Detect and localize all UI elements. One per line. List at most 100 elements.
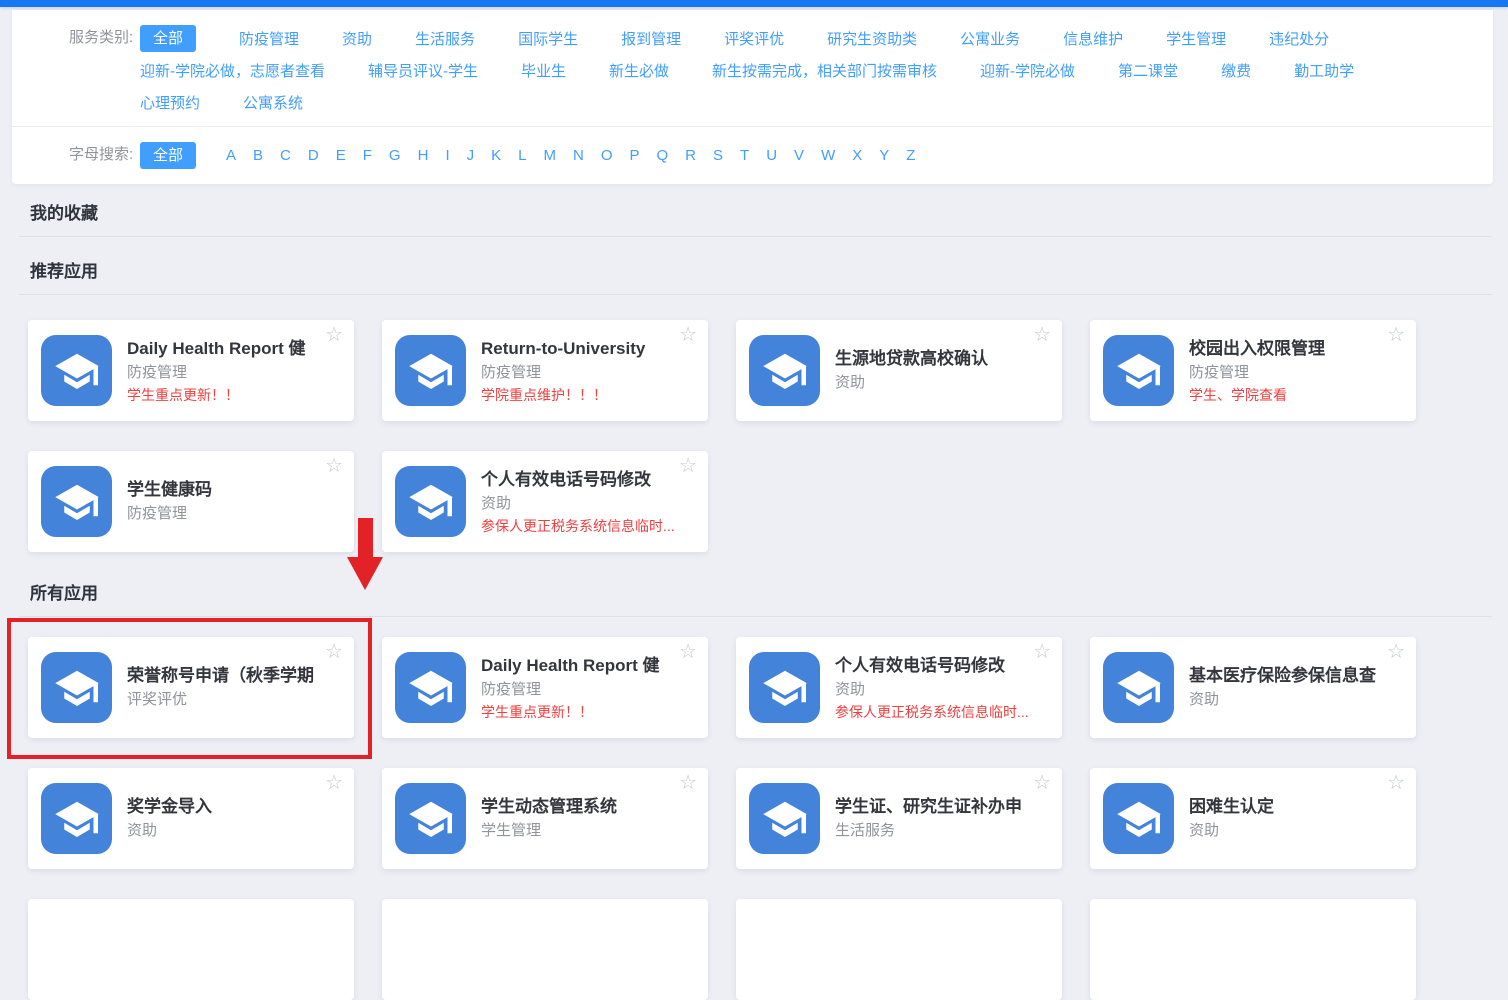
app-icon [1103,652,1174,723]
alphabet-letter-link[interactable]: A [226,147,236,164]
category-link[interactable]: 心理预约 [140,92,200,113]
alphabet-letter-link[interactable]: W [821,147,835,164]
alphabet-letter-link[interactable]: U [766,147,777,164]
app-card-partial[interactable] [1090,899,1416,1000]
favorite-star-icon[interactable]: ☆ [679,322,697,348]
alphabet-letter-link[interactable]: B [253,147,263,164]
app-title: 个人有效电话号码修改 [835,653,1047,678]
alphabet-letter-link[interactable]: X [852,147,862,164]
category-link[interactable]: 学生管理 [1166,28,1226,49]
app-title: Daily Health Report 健 [127,336,339,361]
app-card[interactable]: ☆ Return-to-University 防疫管理 学院重点维护！！！ [382,320,708,421]
app-icon [749,335,820,406]
favorite-star-icon[interactable]: ☆ [679,639,697,665]
app-card[interactable]: ☆ 生源地贷款高校确认 资助 [736,320,1062,421]
alphabet-letter-link[interactable]: F [363,147,372,164]
favorite-star-icon[interactable]: ☆ [679,770,697,796]
category-link[interactable]: 辅导员评议-学生 [368,60,478,81]
category-link[interactable]: 信息维护 [1063,28,1123,49]
alphabet-letter-link[interactable]: R [685,147,696,164]
alphabet-letter-link[interactable]: P [629,147,639,164]
app-card[interactable]: ☆ 个人有效电话号码修改 资助 参保人更正税务系统信息临时... [736,637,1062,738]
category-link[interactable]: 迎新-学院必做，志愿者查看 [140,60,325,81]
alphabet-letter-link[interactable]: H [418,147,429,164]
favorite-star-icon[interactable]: ☆ [1387,322,1405,348]
alphabet-letter-link[interactable]: S [713,147,723,164]
favorite-star-icon[interactable]: ☆ [325,322,343,348]
alphabet-letter-link[interactable]: J [467,147,475,164]
app-icon [395,783,466,854]
app-icon [1103,335,1174,406]
app-card[interactable]: ☆ 困难生认定 资助 [1090,768,1416,869]
app-icon [749,783,820,854]
app-title: 学生证、研究生证补办申 [835,794,1047,819]
category-link[interactable]: 公寓系统 [243,92,303,113]
alphabet-letter-link[interactable]: I [445,147,449,164]
graduation-cap-icon [50,661,104,715]
graduation-cap-icon [1112,344,1166,398]
app-card[interactable]: ☆ 校园出入权限管理 防疫管理 学生、学院查看 [1090,320,1416,421]
alphabet-letter-link[interactable]: E [336,147,346,164]
category-link[interactable]: 资助 [342,28,372,49]
favorite-star-icon[interactable]: ☆ [325,639,343,665]
category-link[interactable]: 评奖评优 [724,28,784,49]
alphabet-letter-link[interactable]: O [601,147,613,164]
alphabet-letter-link[interactable]: V [794,147,804,164]
favorite-star-icon[interactable]: ☆ [1387,639,1405,665]
app-icon [41,466,112,537]
category-link[interactable]: 第二课堂 [1118,60,1178,81]
alphabet-letter-link[interactable]: D [308,147,319,164]
favorite-star-icon[interactable]: ☆ [325,770,343,796]
category-link[interactable]: 国际学生 [518,28,578,49]
favorite-star-icon[interactable]: ☆ [1033,770,1051,796]
section-divider [19,236,1492,237]
app-card-partial[interactable] [382,899,708,1000]
category-link[interactable]: 生活服务 [415,28,475,49]
app-card[interactable]: ☆ Daily Health Report 健 防疫管理 学生重点更新！！ [382,637,708,738]
category-link[interactable]: 公寓业务 [960,28,1020,49]
category-link[interactable]: 缴费 [1221,60,1251,81]
category-link[interactable]: 防疫管理 [239,28,299,49]
category-link[interactable]: 违纪处分 [1269,28,1329,49]
category-all-button[interactable]: 全部 [140,25,196,52]
app-card[interactable]: ☆ Daily Health Report 健 防疫管理 学生重点更新！！ [28,320,354,421]
category-link[interactable]: 毕业生 [521,60,566,81]
favorite-star-icon[interactable]: ☆ [325,453,343,479]
category-link[interactable]: 研究生资助类 [827,28,917,49]
category-link[interactable]: 勤工助学 [1294,60,1354,81]
alphabet-letter-link[interactable]: T [740,147,749,164]
app-card[interactable]: ☆ 学生证、研究生证补办申 生活服务 [736,768,1062,869]
app-category: 资助 [1189,819,1401,843]
alphabet-letter-link[interactable]: L [518,147,526,164]
category-link[interactable]: 新生必做 [609,60,669,81]
alphabet-letter-link[interactable]: C [280,147,291,164]
favorite-star-icon[interactable]: ☆ [679,453,697,479]
app-card[interactable]: ☆ 学生健康码 防疫管理 [28,451,354,552]
alphabet-all-button[interactable]: 全部 [140,142,196,169]
app-title: 生源地贷款高校确认 [835,346,1047,371]
category-link[interactable]: 迎新-学院必做 [980,60,1075,81]
favorite-star-icon[interactable]: ☆ [1033,322,1051,348]
alphabet-letter-link[interactable]: K [491,147,501,164]
favorite-star-icon[interactable]: ☆ [1033,639,1051,665]
alphabet-letter-link[interactable]: Q [657,147,669,164]
alphabet-filter-label: 字母搜索: [69,139,140,171]
app-title: 学生健康码 [127,477,339,502]
app-card[interactable]: ☆ 基本医疗保险参保信息查 资助 [1090,637,1416,738]
alphabet-letter-link[interactable]: N [573,147,584,164]
app-card[interactable]: ☆ 学生动态管理系统 学生管理 [382,768,708,869]
category-link[interactable]: 报到管理 [621,28,681,49]
top-accent-bar [0,0,1508,7]
alphabet-letter-link[interactable]: M [543,147,556,164]
app-card-highlighted[interactable]: ☆ 荣誉称号申请（秋季学期 评奖评优 [28,637,354,738]
app-category: 资助 [835,371,1047,395]
app-card[interactable]: ☆ 个人有效电话号码修改 资助 参保人更正税务系统信息临时... [382,451,708,552]
alphabet-letter-link[interactable]: Z [906,147,915,164]
alphabet-letter-link[interactable]: Y [879,147,889,164]
app-card-partial[interactable] [736,899,1062,1000]
app-card[interactable]: ☆ 奖学金导入 资助 [28,768,354,869]
app-card-partial[interactable] [28,899,354,1000]
category-link[interactable]: 新生按需完成，相关部门按需审核 [712,60,937,81]
favorite-star-icon[interactable]: ☆ [1387,770,1405,796]
alphabet-letter-link[interactable]: G [389,147,401,164]
